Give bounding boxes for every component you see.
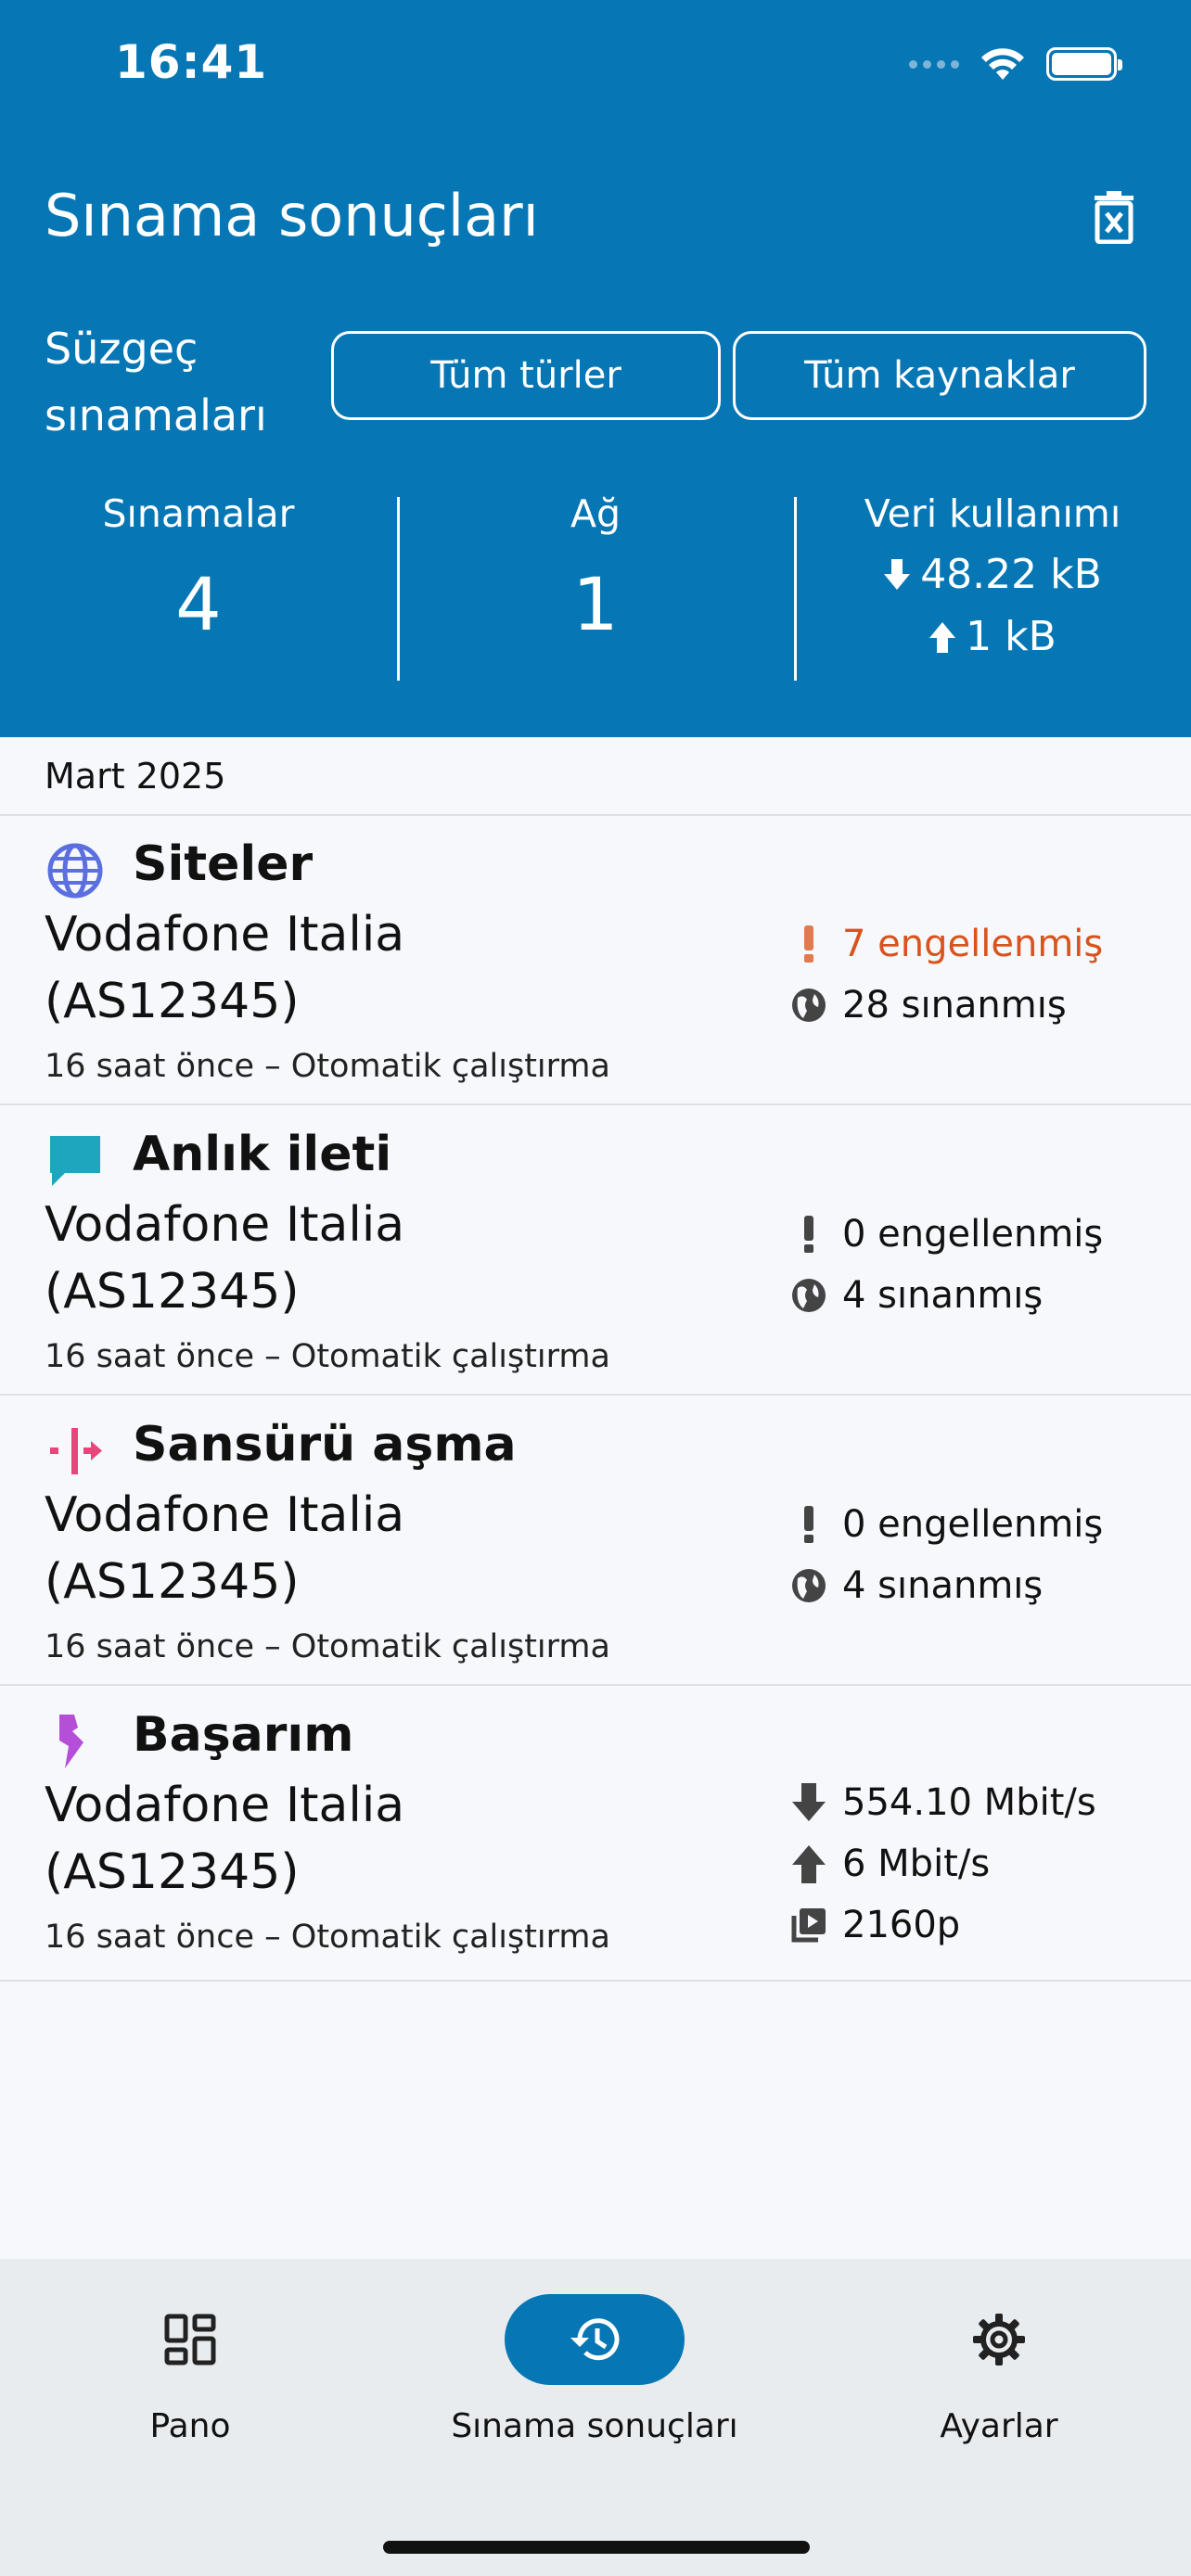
- exclamation-icon: [788, 1214, 829, 1255]
- globe-icon: [47, 843, 103, 899]
- tests-stat: Sınamalar 4: [102, 491, 295, 647]
- status-icons: [909, 46, 1122, 82]
- network-name: Vodafone Italia (AS12345): [45, 1487, 405, 1610]
- tab-dashboard[interactable]: Pano: [100, 2294, 280, 2445]
- exclamation-icon: [788, 924, 829, 964]
- download-arrow-icon: [884, 558, 911, 590]
- lightning-icon: [59, 1715, 83, 1768]
- signal-dots-icon: [909, 59, 959, 69]
- gear-icon: [973, 2314, 1025, 2366]
- month-header: Mart 2025: [0, 737, 1191, 816]
- filter-label: Süzgeç sınamaları: [45, 324, 267, 440]
- network-name: Vodafone Italia (AS12345): [45, 1197, 405, 1320]
- data-usage-stat: Veri kullanımı 48.22 kB 1 kB: [794, 491, 1191, 682]
- status-time: 16:41: [115, 35, 268, 89]
- wifi-icon: [981, 48, 1024, 80]
- networks-stat: Ağ 1: [397, 491, 794, 682]
- globe-tested-icon: [788, 1565, 829, 1606]
- result-meta: 16 saat önce – Otomatik çalıştırma: [45, 1919, 610, 1956]
- dashboard-icon: [164, 2314, 216, 2366]
- network-name: Vodafone Italia (AS12345): [45, 1778, 405, 1900]
- bottom-tab-bar: Pano Sınama sonuçları Ayarlar: [0, 2259, 1191, 2576]
- result-meta: 16 saat önce – Otomatik çalıştırma: [45, 1338, 610, 1375]
- tab-test-results[interactable]: Sınama sonuçları: [451, 2294, 738, 2445]
- delete-all-icon[interactable]: [1091, 190, 1137, 244]
- summary-stats: Sınamalar 4 Ağ 1 Veri kullanımı 48.22 kB…: [0, 491, 1191, 682]
- globe-tested-icon: [788, 985, 829, 1026]
- result-meta: 16 saat önce – Otomatik çalıştırma: [45, 1628, 610, 1665]
- result-card-instant-messaging[interactable]: Anlık ileti Vodafone Italia (AS12345) 16…: [0, 1106, 1191, 1396]
- history-icon: [570, 2318, 620, 2361]
- exclamation-icon: [788, 1504, 829, 1545]
- header: 16:41 Sınama sonuçları Süzgeç sınamaları…: [0, 0, 1191, 737]
- battery-icon: [1046, 47, 1122, 81]
- result-card-circumvention[interactable]: Sansürü aşma Vodafone Italia (AS12345) 1…: [0, 1396, 1191, 1686]
- circumvention-icon: [50, 1428, 102, 1474]
- page-title: Sınama sonuçları: [45, 182, 539, 249]
- download-arrow-icon: [788, 1782, 829, 1823]
- filter-type-button[interactable]: Tüm türler: [331, 331, 721, 420]
- upload-arrow-icon: [788, 1843, 829, 1884]
- network-name: Vodafone Italia (AS12345): [45, 907, 405, 1029]
- chat-bubble-icon: [50, 1136, 100, 1186]
- globe-tested-icon: [788, 1275, 829, 1316]
- result-meta: 16 saat önce – Otomatik çalıştırma: [45, 1048, 610, 1085]
- result-card-websites[interactable]: Siteler Vodafone Italia (AS12345) 16 saa…: [0, 816, 1191, 1105]
- upload-arrow-icon: [929, 621, 956, 653]
- result-card-performance[interactable]: Başarım Vodafone Italia (AS12345) 16 saa…: [0, 1687, 1191, 1982]
- filter-source-button[interactable]: Tüm kaynaklar: [733, 331, 1146, 420]
- home-indicator: [383, 2541, 810, 2554]
- video-library-icon: [788, 1905, 829, 1945]
- tab-settings[interactable]: Ayarlar: [909, 2294, 1089, 2445]
